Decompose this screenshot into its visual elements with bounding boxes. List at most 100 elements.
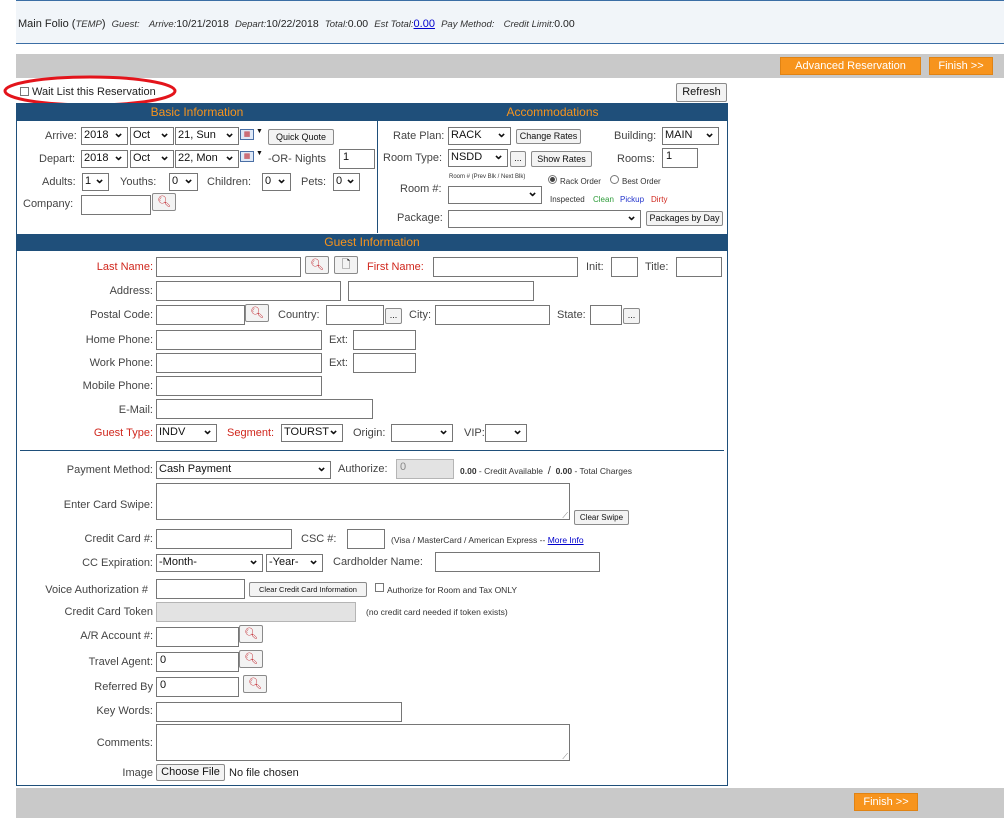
quick-quote-button[interactable]: Quick Quote [268,129,334,145]
depart-day-select[interactable]: 22, Mon [175,150,239,168]
children-select[interactable]: 0 [262,173,291,191]
mobile-phone-input[interactable] [156,376,322,396]
nights-input[interactable]: 1 [339,149,375,169]
country-label: Country: [278,309,320,321]
postal-code-search-icon[interactable]: 🔍︎ [245,304,269,322]
auth-room-tax-checkbox[interactable] [375,583,384,592]
credit-card-label: Credit Card #: [84,533,153,545]
show-rates-button[interactable]: Show Rates [531,151,592,167]
last-name-input[interactable] [156,257,301,277]
finish-button-top[interactable]: Finish >> [929,57,993,75]
csc-input[interactable] [347,529,385,549]
ar-account-search-icon[interactable]: 🔍︎ [239,625,263,643]
refresh-button[interactable]: Refresh [676,83,727,102]
home-ext-input[interactable] [353,330,416,350]
depart-month-select[interactable]: Oct [130,150,174,168]
youths-select[interactable]: 0 [169,173,198,191]
home-phone-label: Home Phone: [85,334,153,346]
choose-file-button[interactable]: Choose File [156,764,225,781]
credit-card-input[interactable] [156,529,292,549]
city-label: City: [409,309,431,321]
key-words-input[interactable] [156,702,402,722]
country-input[interactable] [326,305,384,325]
clear-swipe-button[interactable]: Clear Swipe [574,510,629,525]
depart-year-select[interactable]: 2018 [81,150,128,168]
depart-dropdown-arrow-icon[interactable]: ▼ [256,150,263,157]
rack-order-radio[interactable] [548,175,557,184]
folio-arrive-label: Arrive: [148,19,177,30]
est-total-link[interactable]: 0.00 [414,18,435,30]
card-swipe-textarea[interactable] [156,483,570,521]
exp-month-select[interactable]: -Month- [156,554,263,572]
first-name-input[interactable] [433,257,578,277]
email-input[interactable] [156,399,373,419]
vip-select[interactable] [485,424,527,442]
arrive-calendar-icon[interactable]: ▦ [240,129,254,140]
origin-select[interactable] [391,424,453,442]
new-document-icon[interactable]: 🗋 [334,256,358,274]
exp-year-select[interactable]: -Year- [266,554,323,572]
more-info-link[interactable]: More Info [548,535,584,545]
dirty-legend: Dirty [651,195,668,204]
building-select[interactable]: MAIN [662,127,719,145]
best-order-radio[interactable] [610,175,619,184]
referred-by-input[interactable]: 0 [156,677,239,697]
travel-agent-search-icon[interactable]: 🔍︎ [239,650,263,668]
title-input[interactable] [676,257,722,277]
company-label: Company: [23,198,74,210]
origin-label: Origin: [353,427,386,439]
arrive-year-select[interactable]: 2018 [81,127,128,145]
package-select[interactable] [448,210,641,228]
arrive-day-select[interactable]: 21, Sun [175,127,239,145]
credit-summary: 0.00 - Credit Available / 0.00 - Total C… [460,465,632,477]
payment-method-select[interactable]: Cash Payment [156,461,331,479]
card-swipe-label: Enter Card Swipe: [63,499,153,511]
home-phone-input[interactable] [156,330,322,350]
finish-button-bottom[interactable]: Finish >> [854,793,918,811]
init-input[interactable] [611,257,638,277]
csc-label: CSC #: [301,533,337,545]
depart-calendar-icon[interactable]: ▦ [240,151,254,162]
rate-plan-select[interactable]: RACK [448,127,511,145]
arrive-month-select[interactable]: Oct [130,127,174,145]
best-order-label: Best Order [622,177,661,186]
change-rates-button[interactable]: Change Rates [516,129,581,144]
room-type-more-button[interactable]: ... [510,151,526,167]
guest-type-select[interactable]: INDV [156,424,217,442]
packages-by-day-button[interactable]: Packages by Day [646,211,723,226]
mobile-phone-label: Mobile Phone: [82,380,153,392]
adults-select[interactable]: 1 [82,173,109,191]
company-search-icon[interactable]: 🔍︎ [152,193,176,211]
segment-label: Segment: [227,427,275,439]
country-more-button[interactable]: ... [385,308,402,324]
comments-textarea[interactable] [156,724,570,762]
advanced-reservation-button[interactable]: Advanced Reservation [780,57,921,75]
guest-info-header: Guest Information [17,234,727,251]
room-type-select[interactable]: NSDD [448,149,508,167]
company-input[interactable] [81,195,151,215]
first-name-label: First Name: [367,261,424,273]
work-ext-input[interactable] [353,353,416,373]
work-phone-input[interactable] [156,353,322,373]
state-more-button[interactable]: ... [623,308,640,324]
address-line2-input[interactable] [348,281,534,301]
address-line1-input[interactable] [156,281,341,301]
segment-select[interactable]: TOURST [281,424,343,442]
rooms-input[interactable]: 1 [662,148,698,168]
cardholder-input[interactable] [435,552,600,572]
travel-agent-input[interactable]: 0 [156,652,239,672]
last-name-search-icon[interactable]: 🔍︎ [305,256,329,274]
ar-account-input[interactable] [156,627,239,647]
key-words-label: Key Words: [96,705,153,717]
arrive-dropdown-arrow-icon[interactable]: ▼ [256,128,263,135]
city-input[interactable] [435,305,550,325]
authorize-input[interactable]: 0 [396,459,454,479]
state-input[interactable] [590,305,622,325]
clear-credit-card-button[interactable]: Clear Credit Card Information [249,582,367,597]
pets-select[interactable]: 0 [333,173,360,191]
waitlist-checkbox[interactable] [20,87,29,96]
postal-code-input[interactable] [156,305,245,325]
voice-auth-input[interactable] [156,579,245,599]
room-number-select[interactable] [448,186,542,204]
referred-by-search-icon[interactable]: 🔍︎ [243,675,267,693]
